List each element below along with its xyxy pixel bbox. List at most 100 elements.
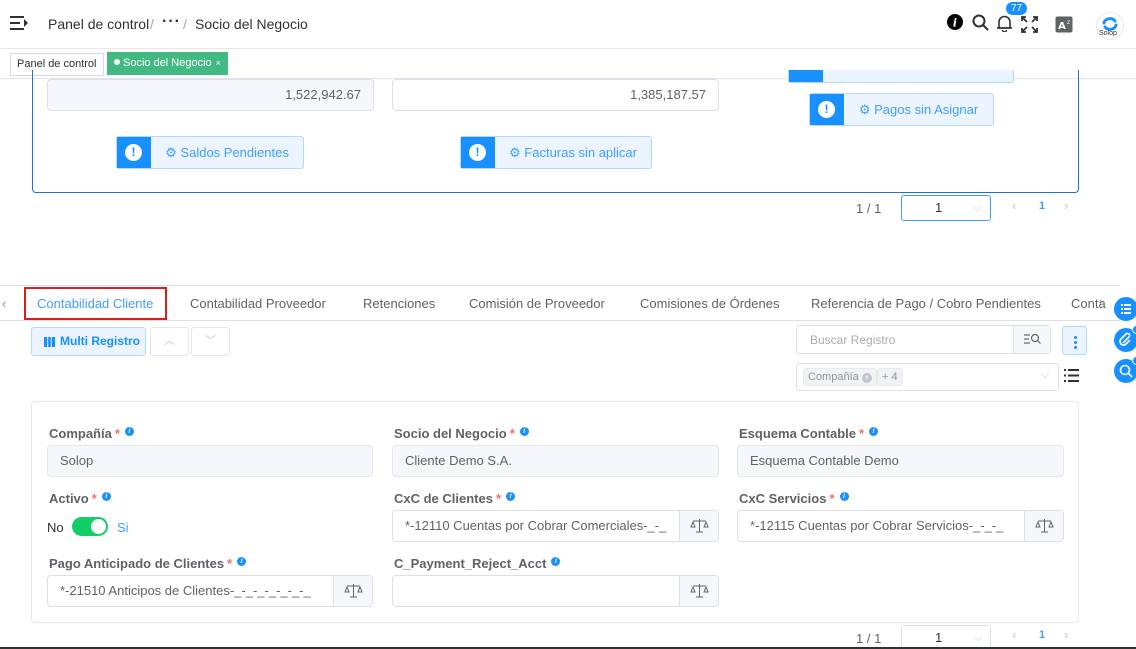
info-icon[interactable]: i — [839, 492, 849, 501]
facturas-sin-aplicar-button[interactable]: ! ⚙ Facturas sin aplicar — [460, 136, 652, 169]
multi-registro-button[interactable]: Multi Registro — [31, 327, 146, 356]
tab-referencia-de-pago[interactable]: Referencia de Pago / Cobro Pendientes — [811, 296, 1041, 311]
list-detail-icon — [1121, 304, 1131, 314]
table-icon — [44, 337, 55, 347]
switch-on-label[interactable]: Si — [117, 520, 129, 535]
filter-chip-label: Compañía — [808, 371, 859, 383]
account-picker-button[interactable] — [1024, 511, 1063, 541]
balance-scale-icon — [690, 584, 709, 598]
chevron-down-icon: ﹀ — [205, 335, 216, 347]
alert-icon: ! — [125, 144, 142, 161]
info-icon[interactable]: i — [947, 14, 963, 30]
balance-scale-icon — [344, 584, 363, 598]
info-icon[interactable]: i — [506, 492, 516, 501]
required-mark: * — [227, 556, 233, 571]
tab-retenciones[interactable]: Retenciones — [363, 296, 435, 311]
required-mark: * — [114, 426, 120, 441]
required-mark: * — [859, 426, 865, 441]
next-record-button[interactable]: ﹀ — [191, 327, 230, 356]
search-input[interactable]: Buscar Registro — [796, 325, 1051, 354]
tab-contabilidad-proveedor[interactable]: Contabilidad Proveedor — [190, 296, 326, 311]
menu-toggle-icon[interactable] — [10, 15, 28, 31]
account-picker-button[interactable] — [333, 576, 372, 606]
switch-off-label[interactable]: No — [47, 520, 64, 535]
activo-switch[interactable] — [72, 517, 108, 536]
prev-page-icon[interactable]: ‹ — [1012, 627, 1016, 642]
chevron-down-icon: ⌵ — [1040, 369, 1049, 381]
field-label-cxc-servicios: CxC Servicios * i — [739, 491, 849, 506]
info-icon[interactable]: i — [101, 492, 111, 501]
page-select[interactable]: 1 ⌵ — [901, 625, 991, 649]
label-text: Activo — [49, 491, 89, 506]
tab-comision-de-proveedor[interactable]: Comisión de Proveedor — [469, 296, 605, 311]
summary-button-top[interactable] — [788, 70, 1014, 83]
filter-more-chip: + 4 — [877, 368, 903, 386]
info-icon[interactable]: i — [237, 557, 247, 566]
search-list-icon — [1024, 333, 1041, 344]
field-label-socio: Socio del Negocio * i — [394, 426, 529, 441]
page-number[interactable]: 1 — [1039, 200, 1045, 212]
breadcrumb-separator: / — [150, 16, 154, 32]
gear-icon: ⚙ — [165, 145, 177, 160]
required-mark: * — [91, 491, 97, 506]
pago-anticipado-field[interactable]: *-21510 Anticipos de Clientes-_-_-_-_-_-… — [47, 575, 373, 607]
breadcrumb-root[interactable]: Panel de control — [48, 16, 149, 32]
label-text: Pago Anticipado de Clientes — [49, 556, 225, 571]
breadcrumb-ellipsis[interactable]: ··· — [162, 13, 181, 31]
search-button[interactable] — [1013, 326, 1050, 353]
socio-field[interactable]: Cliente Demo S.A. — [392, 445, 719, 477]
prev-page-icon[interactable]: ‹ — [1012, 198, 1016, 213]
next-page-icon[interactable]: › — [1064, 627, 1068, 642]
info-icon[interactable]: i — [551, 557, 561, 566]
compania-field[interactable]: Solop — [47, 445, 373, 477]
account-picker-button[interactable] — [679, 576, 718, 606]
list-icon[interactable] — [1064, 369, 1079, 382]
required-mark: * — [495, 491, 502, 506]
next-page-icon[interactable]: › — [1064, 198, 1068, 213]
more-options-button[interactable] — [1062, 326, 1087, 355]
filter-more-label: + 4 — [882, 371, 898, 383]
esquema-field[interactable]: Esquema Contable Demo — [737, 445, 1064, 477]
info-icon[interactable]: i — [869, 427, 879, 436]
account-picker-button[interactable] — [679, 511, 718, 541]
switch-knob — [91, 519, 106, 534]
tab-scroll-right-icon[interactable]: › — [1099, 296, 1103, 308]
page-number[interactable]: 1 — [1039, 629, 1045, 641]
breadcrumb-separator: / — [183, 16, 187, 32]
payment-reject-field[interactable] — [392, 575, 719, 607]
filter-chip[interactable]: Compañía × — [803, 368, 877, 386]
field-label-compania: Compañía * i — [49, 426, 134, 441]
zoom-button[interactable] — [1114, 356, 1136, 383]
search-icon[interactable] — [972, 14, 989, 31]
filter-select[interactable]: Compañía × + 4 ⌵ — [796, 363, 1059, 391]
amount-mid-field: 1,385,187.57 — [392, 79, 719, 111]
label-text: Compañía — [49, 426, 112, 441]
cxc-servicios-field[interactable]: *-12115 Cuentas por Cobrar Servicios-_-_… — [737, 510, 1064, 542]
field-label-cxc-clientes: CxC de Clientes * i — [394, 491, 516, 506]
record-panel-button[interactable] — [1114, 297, 1136, 321]
gear-icon: ⚙ — [509, 145, 521, 160]
compania-value: Solop — [60, 453, 94, 468]
saldos-pendientes-button[interactable]: ! ⚙ Saldos Pendientes — [116, 136, 304, 169]
attachment-button[interactable] — [1114, 325, 1136, 352]
pager-count: 1 / 1 — [856, 631, 882, 646]
field-label-pago-anticipado: Pago Anticipado de Clientes * i — [49, 556, 247, 571]
chevron-down-icon: ⌵ — [973, 632, 982, 644]
language-icon[interactable]: Az — [1055, 16, 1073, 33]
info-icon[interactable]: i — [124, 427, 134, 436]
info-icon[interactable]: i — [519, 427, 529, 436]
bell-icon[interactable] — [996, 15, 1013, 32]
zoom-badge — [1132, 356, 1136, 365]
close-icon[interactable]: × — [216, 58, 221, 68]
svg-text:i: i — [953, 17, 957, 30]
page-select[interactable]: 1 ⌵ — [901, 195, 991, 221]
pagos-sin-asignar-button[interactable]: ! ⚙ Pagos sin Asignar — [809, 93, 994, 126]
fullscreen-icon[interactable] — [1021, 16, 1038, 33]
tab-bar: ‹ Contabilidad Cliente Contabilidad Prov… — [0, 285, 1120, 321]
cxc-clientes-field[interactable]: *-12110 Cuentas por Cobrar Comerciales-_… — [392, 510, 719, 542]
previous-record-button[interactable]: ︿ — [150, 327, 189, 356]
alert-icon: ! — [818, 101, 835, 118]
tab-scroll-left-icon[interactable]: ‹ — [2, 296, 6, 311]
close-icon[interactable]: × — [861, 373, 872, 383]
tab-comisiones-de-ordenes[interactable]: Comisiones de Órdenes — [640, 296, 779, 311]
